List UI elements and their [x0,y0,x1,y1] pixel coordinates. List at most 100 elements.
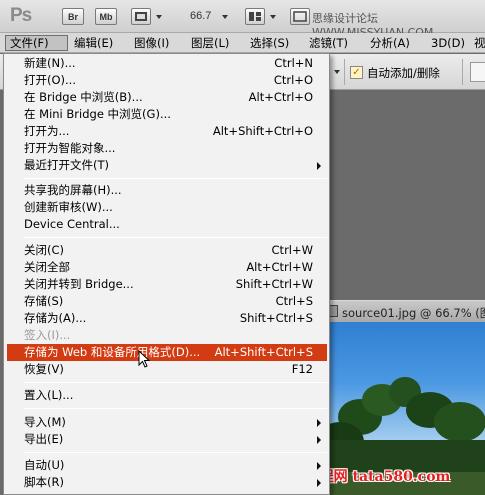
menu-item-close-all[interactable]: 关闭全部 Alt+Ctrl+W [7,259,327,276]
menu-separator [24,237,327,238]
menu-3d[interactable]: 3D(D) [431,35,465,51]
menu-item-shortcut: Alt+Ctrl+W [246,260,313,274]
submenu-arrow-icon [317,462,321,470]
menu-item-label: 存储为 Web 和设备所用格式(D)... [24,345,201,359]
mouse-pointer-icon [138,350,151,368]
menu-item-label: 打开为智能对象... [24,141,116,155]
file-menu-dropdown: 新建(N)... Ctrl+N 打开(O)... Ctrl+O 在 Bridge… [3,53,330,495]
menu-item-import[interactable]: 导入(M) [7,414,327,431]
menu-edit[interactable]: 编辑(E) [74,35,113,51]
menu-item-label: 自动(U) [24,458,65,472]
screen-mode-button[interactable] [290,8,310,25]
view-extras-button[interactable] [131,8,151,25]
menu-item-label: 新建(N)... [24,56,76,70]
auto-add-delete-checkbox[interactable]: ✓ [350,66,363,79]
options-divider [462,59,463,85]
menu-item-revert[interactable]: 恢复(V) F12 [7,361,327,378]
menu-item-automate[interactable]: 自动(U) [7,457,327,474]
menu-item-scripts[interactable]: 脚本(R) [7,474,327,491]
submenu-arrow-icon [317,436,321,444]
submenu-arrow-icon [317,479,321,487]
menu-item-shortcut: Ctrl+S [275,294,313,308]
menu-item-label: 置入(L)... [24,388,74,402]
menu-item-label: 关闭(C) [24,243,65,257]
bridge-button[interactable]: Br [62,8,84,25]
menu-item-shortcut: Ctrl+W [271,243,313,257]
menu-select[interactable]: 选择(S) [250,35,289,51]
menu-item-open-as-smart-object[interactable]: 打开为智能对象... [7,140,327,157]
menu-item-open-recent[interactable]: 最近打开文件(T) [7,157,327,174]
zoom-level[interactable]: 66.7 [190,10,211,22]
film-strip-icon [135,12,147,21]
menu-item-close[interactable]: 关闭(C) Ctrl+W [7,242,327,259]
document-tab-label: source01.jpg @ 66.7% (图 [342,306,485,320]
chevron-down-icon[interactable] [270,15,276,19]
menu-item-save-as[interactable]: 存储为(A)... Shift+Ctrl+S [7,310,327,327]
menu-item-save[interactable]: 存储(S) Ctrl+S [7,293,327,310]
menu-item-label: 最近打开文件(T) [24,158,109,172]
menu-item-label: 存储(S) [24,294,64,308]
menu-item-label: 恢复(V) [24,362,64,376]
menu-item-create-new-review[interactable]: 创建新审核(W)... [7,199,327,216]
menu-separator [24,452,327,453]
menu-separator [24,408,327,409]
menu-item-place[interactable]: 置入(L)... [7,387,327,404]
menu-image[interactable]: 图像(I) [134,35,169,51]
menu-item-label: 存储为(A)... [24,311,87,325]
menu-item-close-and-go-to-bridge[interactable]: 关闭并转到 Bridge... Shift+Ctrl+W [7,276,327,293]
menu-item-label: 打开为... [24,124,70,138]
menu-item-label: 在 Bridge 中浏览(B)... [24,90,143,104]
menu-item-open-as[interactable]: 打开为... Alt+Shift+Ctrl+O [7,123,327,140]
menu-item-label: 共享我的屏幕(H)... [24,183,122,197]
photoshop-logo: Ps [10,5,32,26]
menu-analysis[interactable]: 分析(A) [370,35,410,51]
menu-bar: 文件(F) 编辑(E) 图像(I) 图层(L) 选择(S) 滤镜(T) 分析(A… [0,33,485,53]
options-field[interactable] [470,62,485,82]
document-tab[interactable]: source01.jpg @ 66.7% (图 [320,300,485,322]
menu-item-open[interactable]: 打开(O)... Ctrl+O [7,72,327,89]
menu-item-shortcut: Alt+Ctrl+O [248,90,313,104]
menu-item-label: 关闭全部 [24,260,70,274]
menu-item-label: 导出(E) [24,432,64,446]
menu-item-new[interactable]: 新建(N)... Ctrl+N [7,55,327,72]
arrange-documents-button[interactable] [245,8,265,25]
menu-item-shortcut: Shift+Ctrl+W [235,277,313,291]
menu-item-shortcut: Ctrl+N [274,56,313,70]
menu-item-export[interactable]: 导出(E) [7,431,327,448]
menu-item-shortcut: F12 [291,362,313,376]
submenu-arrow-icon [317,419,321,427]
application-bar: Ps Br Mb 66.7 思缘设计论坛 WWW.MISSYUAN.COM [0,0,485,39]
menu-item-browse-in-bridge[interactable]: 在 Bridge 中浏览(B)... Alt+Ctrl+O [7,89,327,106]
chevron-down-icon[interactable] [222,15,228,19]
menu-item-label: 关闭并转到 Bridge... [24,277,134,291]
menu-item-shortcut: Ctrl+O [273,73,313,87]
menu-item-device-central[interactable]: Device Central... [7,216,327,233]
menu-filter[interactable]: 滤镜(T) [309,35,348,51]
mini-bridge-button[interactable]: Mb [95,8,117,25]
menu-item-save-for-web-and-devices[interactable]: 存储为 Web 和设备所用格式(D)... Alt+Shift+Ctrl+S [7,344,327,361]
submenu-arrow-icon [317,162,321,170]
menu-separator [24,382,327,383]
menu-item-label: 打开(O)... [24,73,76,87]
menu-file[interactable]: 文件(F) [5,35,68,51]
menu-item-label: 创建新审核(W)... [24,200,113,214]
menu-item-label: Device Central... [24,217,120,231]
menu-item-label: 签入(I)... [24,328,71,342]
menu-view[interactable]: 视 [474,35,485,51]
auto-add-delete-label: 自动添加/删除 [367,66,440,80]
menu-item-browse-in-mini-bridge[interactable]: 在 Mini Bridge 中浏览(G)... [7,106,327,123]
menu-item-check-in: 签入(I)... [7,327,327,344]
menu-item-shortcut: Alt+Shift+Ctrl+O [212,124,313,138]
menu-item-shortcut: Alt+Shift+Ctrl+S [214,345,313,359]
menu-item-label: 在 Mini Bridge 中浏览(G)... [24,107,171,121]
grid-layout-icon [249,12,261,21]
screen-mode-icon [293,11,307,22]
menu-layer[interactable]: 图层(L) [191,35,229,51]
menu-item-share-my-screen[interactable]: 共享我的屏幕(H)... [7,182,327,199]
chevron-down-icon[interactable] [334,70,340,74]
menu-item-shortcut: Shift+Ctrl+S [239,311,313,325]
options-divider [344,59,345,85]
chevron-down-icon[interactable] [156,15,162,19]
menu-separator [24,178,327,179]
menu-item-label: 导入(M) [24,415,66,429]
